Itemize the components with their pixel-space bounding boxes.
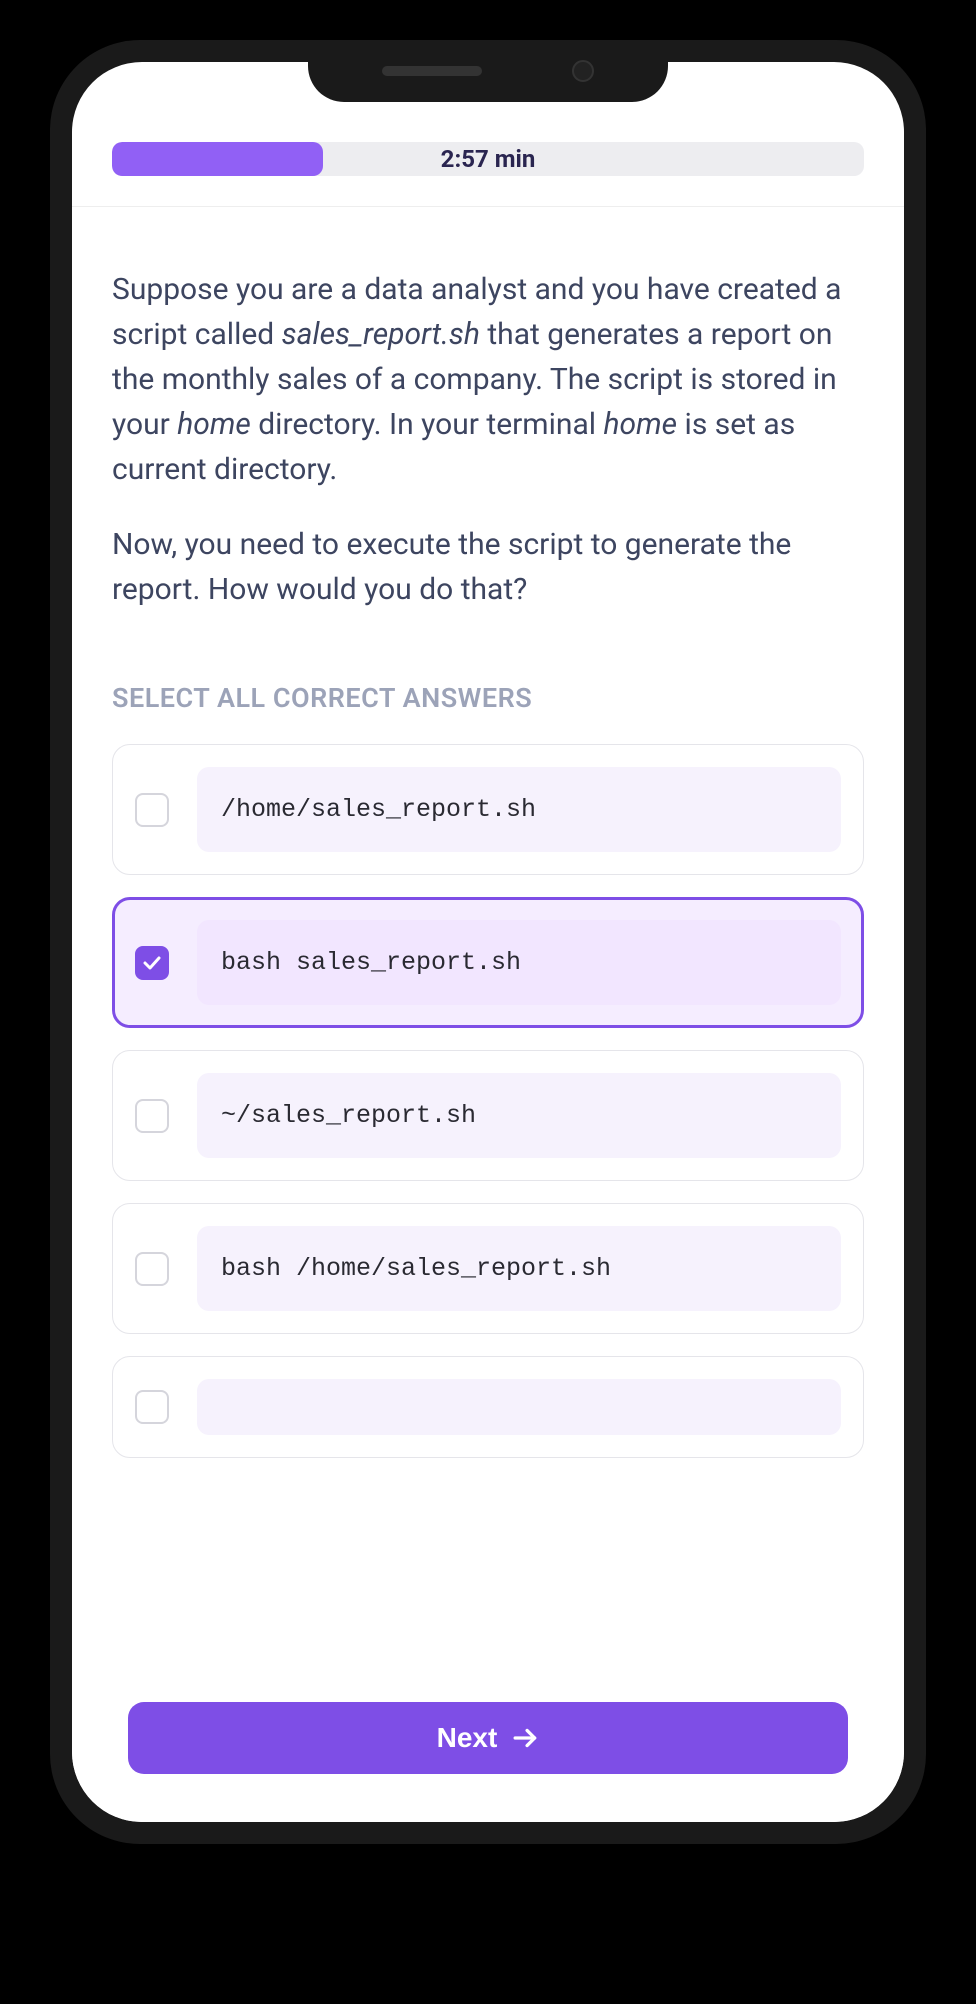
checkbox[interactable] [135,1252,169,1286]
question-paragraph-1: Suppose you are a data analyst and you h… [112,267,864,492]
options-list: /home/sales_report.shbash sales_report.s… [112,744,864,1458]
option-code: bash /home/sales_report.sh [197,1226,841,1311]
timer-label: 2:57 min [441,145,536,173]
answer-option[interactable]: /home/sales_report.sh [112,744,864,875]
checkbox[interactable] [135,1099,169,1133]
option-code: ~/sales_report.sh [197,1073,841,1158]
next-button-label: Next [437,1722,498,1754]
answer-option[interactable]: bash /home/sales_report.sh [112,1203,864,1334]
check-icon [143,956,161,970]
option-code [197,1379,841,1435]
speaker [382,66,482,76]
question-paragraph-2: Now, you need to execute the script to g… [112,522,864,612]
answer-option[interactable]: bash sales_report.sh [112,897,864,1028]
phone-frame: 2:57 min Suppose you are a data analyst … [0,0,976,2004]
progress-section: 2:57 min [72,142,904,207]
checkbox[interactable] [135,1390,169,1424]
arrow-right-icon [513,1727,539,1749]
answer-option[interactable] [112,1356,864,1458]
checkbox[interactable] [135,793,169,827]
option-code: bash sales_report.sh [197,920,841,1005]
option-code: /home/sales_report.sh [197,767,841,852]
instruction-label: SELECT ALL CORRECT ANSWERS [112,682,864,714]
progress-fill [112,142,323,176]
checkbox[interactable] [135,946,169,980]
next-button[interactable]: Next [128,1702,848,1774]
content: 2:57 min Suppose you are a data analyst … [72,62,904,1822]
progress-bar: 2:57 min [112,142,864,176]
phone-body: 2:57 min Suppose you are a data analyst … [50,40,926,1844]
notch [308,40,668,102]
question-area[interactable]: Suppose you are a data analyst and you h… [72,207,904,1822]
camera-icon [572,60,594,82]
footer: Next [72,1678,904,1822]
answer-option[interactable]: ~/sales_report.sh [112,1050,864,1181]
screen: 2:57 min Suppose you are a data analyst … [72,62,904,1822]
